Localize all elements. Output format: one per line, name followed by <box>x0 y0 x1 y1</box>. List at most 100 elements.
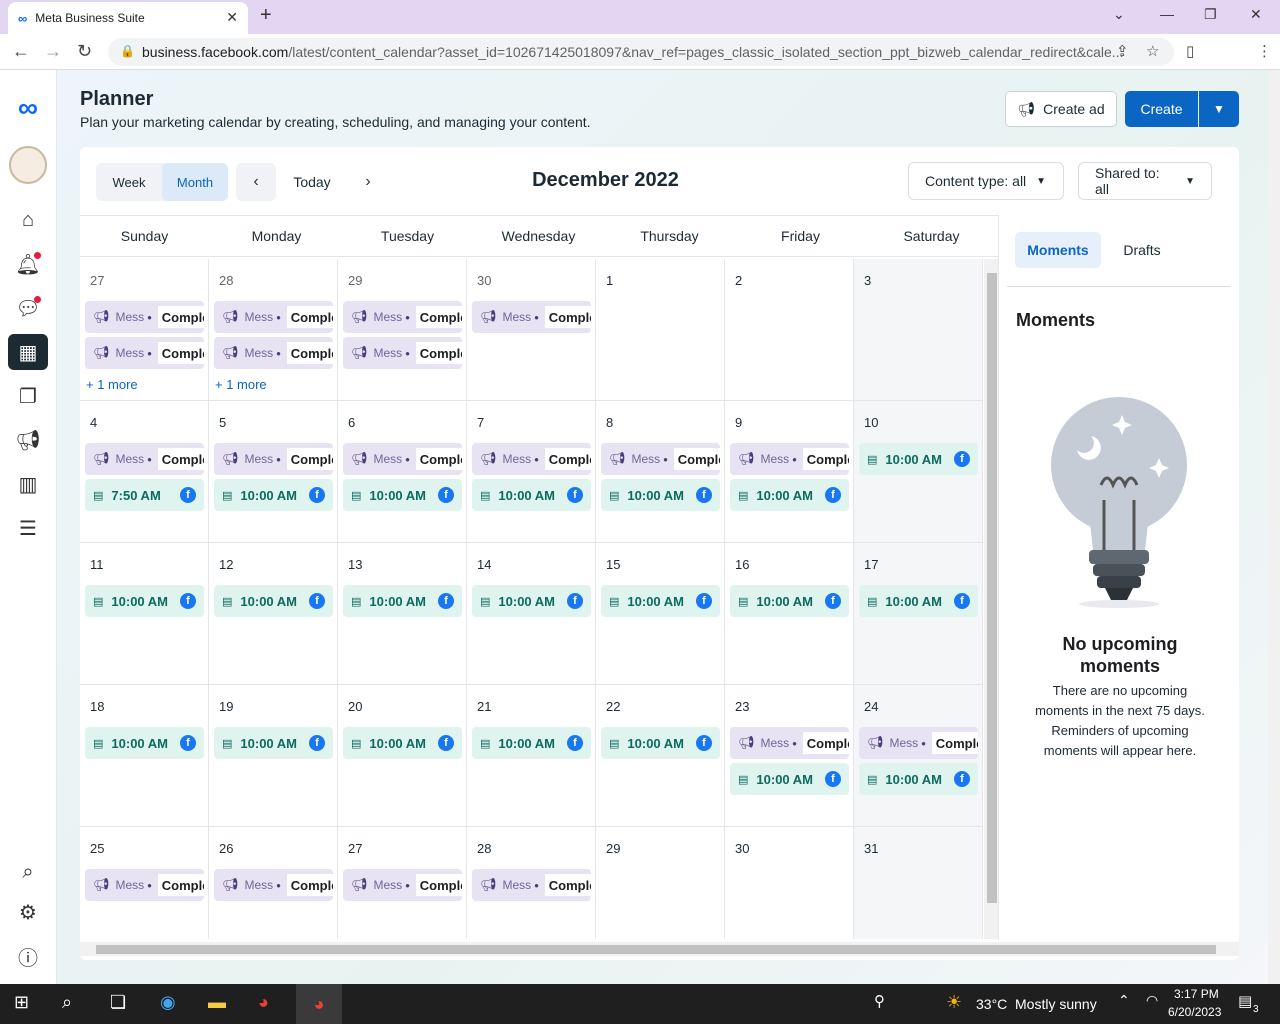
calendar-day-cell[interactable]: 15 ▤ 10:00 AM f <box>596 543 725 685</box>
post-event-pill[interactable]: ▤ 10:00 AM f <box>859 443 978 475</box>
calendar-day-cell[interactable]: 18 ▤ 10:00 AM f <box>80 685 209 827</box>
calendar-day-cell[interactable]: 30 <box>725 827 854 939</box>
message-event-pill[interactable]: 📢︎ Mess• Comple <box>343 869 462 901</box>
post-event-pill[interactable]: ▤ 10:00 AM f <box>601 727 720 759</box>
message-event-pill[interactable]: 📢︎ Mess• Comple <box>85 337 204 369</box>
calendar-day-cell[interactable]: 21 ▤ 10:00 AM f <box>467 685 596 827</box>
calendar-day-cell[interactable]: 6 📢︎ Mess• Comple ▤ 10:00 AM f <box>338 401 467 543</box>
message-event-pill[interactable]: 📢︎ Mess• Comple <box>85 869 204 901</box>
calendar-day-cell[interactable]: 16 ▤ 10:00 AM f <box>725 543 854 685</box>
message-event-pill[interactable]: 📢︎ Mess• Comple <box>214 443 333 475</box>
calendar-day-cell[interactable]: 9 📢︎ Mess• Comple ▤ 10:00 AM f <box>725 401 854 543</box>
message-event-pill[interactable]: 📢︎ Mess• Comple <box>730 727 849 759</box>
calendar-day-cell[interactable]: 28 📢︎ Mess• Comple <box>467 827 596 939</box>
calendar-day-cell[interactable]: 5 📢︎ Mess• Comple ▤ 10:00 AM f <box>209 401 338 543</box>
message-event-pill[interactable]: 📢︎ Mess• Comple <box>343 337 462 369</box>
message-event-pill[interactable]: 📢︎ Mess• Comple <box>472 869 591 901</box>
menu-icon[interactable]: ☰ <box>8 510 48 546</box>
post-event-pill[interactable]: ▤ 10:00 AM f <box>859 763 978 795</box>
chrome-icon[interactable]: ◕ <box>258 992 269 1013</box>
chrome-active-icon[interactable]: ◕ <box>296 984 342 1024</box>
message-event-pill[interactable]: 📢︎ Mess• Comple <box>343 301 462 333</box>
calendar-day-cell[interactable]: 1 <box>596 259 725 401</box>
shared-to-dropdown[interactable]: Shared to: all ▼ <box>1078 162 1212 200</box>
tab-moments[interactable]: Moments <box>1015 232 1101 268</box>
calendar-day-cell[interactable]: 30 📢︎ Mess• Comple <box>467 259 596 401</box>
more-events-link[interactable]: + 1 more <box>86 377 138 392</box>
content-icon[interactable]: ❐ <box>8 378 48 414</box>
home-icon[interactable]: ⌂ <box>8 202 48 238</box>
calendar-day-cell[interactable]: 19 ▤ 10:00 AM f <box>209 685 338 827</box>
calendar-day-cell[interactable]: 12 ▤ 10:00 AM f <box>209 543 338 685</box>
calendar-day-cell[interactable]: 27📢︎Mess•Comple📢︎Mess•Comple+ 1 more <box>80 259 209 401</box>
calendar-day-cell[interactable]: 22 ▤ 10:00 AM f <box>596 685 725 827</box>
post-event-pill[interactable]: ▤ 10:00 AM f <box>472 585 591 617</box>
calendar-day-cell[interactable]: 27 📢︎ Mess• Comple <box>338 827 467 939</box>
calendar-day-cell[interactable]: 3 <box>854 259 983 401</box>
browser-menu-icon[interactable]: ⋮ <box>1257 42 1272 60</box>
message-event-pill[interactable]: 📢︎ Mess• Comple <box>601 443 720 475</box>
month-view-button[interactable]: Month <box>162 163 228 201</box>
settings-gear-icon[interactable]: ⚙ <box>8 894 48 930</box>
notifications-icon[interactable]: 🔔︎ <box>8 246 48 282</box>
page-avatar[interactable] <box>9 146 47 184</box>
message-event-pill[interactable]: 📢︎ Mess• Comple <box>859 727 978 759</box>
chevron-up-icon[interactable]: ⌃ <box>1118 992 1130 1009</box>
planner-icon[interactable]: ▦ <box>8 334 48 370</box>
post-event-pill[interactable]: ▤ 10:00 AM f <box>214 727 333 759</box>
calendar-day-cell[interactable]: 14 ▤ 10:00 AM f <box>467 543 596 685</box>
post-event-pill[interactable]: ▤ 10:00 AM f <box>472 479 591 511</box>
message-event-pill[interactable]: 📢︎ Mess• Comple <box>214 301 333 333</box>
calendar-day-cell[interactable]: 20 ▤ 10:00 AM f <box>338 685 467 827</box>
create-button[interactable]: Create <box>1125 91 1198 127</box>
more-events-link[interactable]: + 1 more <box>215 377 267 392</box>
tab-drafts[interactable]: Drafts <box>1109 232 1175 268</box>
calendar-day-cell[interactable]: 28📢︎Mess•Comple📢︎Mess•Comple+ 1 more <box>209 259 338 401</box>
post-event-pill[interactable]: ▤ 10:00 AM f <box>343 727 462 759</box>
clock-date[interactable]: 6/20/2023 <box>1168 1005 1221 1019</box>
post-event-pill[interactable]: ▤ 10:00 AM f <box>214 585 333 617</box>
edge-icon[interactable]: ◉ <box>160 992 176 1013</box>
wifi-icon[interactable]: ◠ <box>1146 992 1158 1009</box>
calendar-day-cell[interactable]: 24 📢︎ Mess• Comple ▤ 10:00 AM f <box>854 685 983 827</box>
search-icon[interactable]: ⌕ <box>62 992 72 1013</box>
help-icon[interactable]: ⓘ <box>8 938 48 974</box>
post-event-pill[interactable]: ▤ 10:00 AM f <box>85 727 204 759</box>
notification-center-icon[interactable]: ▤ <box>1238 992 1252 1010</box>
message-event-pill[interactable]: 📢︎ Mess• Comple <box>214 337 333 369</box>
post-event-pill[interactable]: ▤ 10:00 AM f <box>472 727 591 759</box>
share-icon[interactable]: ⇪ <box>1116 42 1129 60</box>
create-ad-button[interactable]: 📢︎ Create ad <box>1005 91 1117 127</box>
restore-icon[interactable]: ❐ <box>1204 6 1217 23</box>
post-event-pill[interactable]: ▤ 10:00 AM f <box>601 585 720 617</box>
page-scrollbar[interactable] <box>1268 70 1280 984</box>
insights-chart-icon[interactable]: ▥ <box>8 466 48 502</box>
post-event-pill[interactable]: ▤ 10:00 AM f <box>214 479 333 511</box>
meta-logo-icon[interactable]: ∞ <box>8 90 48 126</box>
scroll-thumb[interactable] <box>96 945 1216 954</box>
calendar-day-cell[interactable]: 11 ▤ 10:00 AM f <box>80 543 209 685</box>
calendar-day-cell[interactable]: 13 ▤ 10:00 AM f <box>338 543 467 685</box>
next-month-button[interactable]: › <box>348 163 388 201</box>
calendar-day-cell[interactable]: 10 ▤ 10:00 AM f <box>854 401 983 543</box>
calendar-day-cell[interactable]: 7 📢︎ Mess• Comple ▤ 10:00 AM f <box>467 401 596 543</box>
calendar-vertical-scrollbar[interactable] <box>984 259 998 939</box>
post-event-pill[interactable]: ▤ 10:00 AM f <box>730 479 849 511</box>
calendar-day-cell[interactable]: 29 <box>596 827 725 939</box>
post-event-pill[interactable]: ▤ 7:50 AM f <box>85 479 204 511</box>
close-tab-icon[interactable]: ✕ <box>226 9 238 26</box>
calendar-day-cell[interactable]: 31 <box>854 827 983 939</box>
close-window-icon[interactable]: ✕ <box>1250 6 1262 23</box>
message-event-pill[interactable]: 📢︎ Mess• Comple <box>214 869 333 901</box>
windows-start-icon[interactable]: ⊞ <box>14 992 29 1013</box>
minimize-icon[interactable]: — <box>1160 6 1174 22</box>
new-tab-icon[interactable]: + <box>260 4 272 27</box>
previous-month-button[interactable]: ‹ <box>236 163 276 201</box>
tab-search-icon[interactable]: ⌄ <box>1113 6 1125 23</box>
week-view-button[interactable]: Week <box>96 163 162 201</box>
post-event-pill[interactable]: ▤ 10:00 AM f <box>343 585 462 617</box>
today-button[interactable]: Today <box>284 163 340 201</box>
calendar-day-cell[interactable]: 26 📢︎ Mess• Comple <box>209 827 338 939</box>
post-event-pill[interactable]: ▤ 10:00 AM f <box>730 763 849 795</box>
calendar-day-cell[interactable]: 23 📢︎ Mess• Comple ▤ 10:00 AM f <box>725 685 854 827</box>
